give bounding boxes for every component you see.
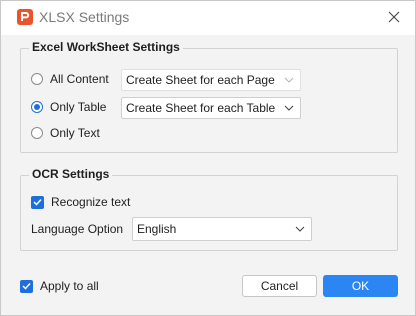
dropdown-value: Create Sheet for each Table <box>126 101 276 115</box>
language-dropdown[interactable]: English <box>132 217 312 241</box>
chevron-down-icon <box>284 77 294 83</box>
radio-circle <box>31 101 43 113</box>
recognize-text-label: Recognize text <box>51 195 131 209</box>
title-bar: XLSX Settings <box>1 1 415 35</box>
ok-button[interactable]: OK <box>323 275 398 297</box>
ocr-group-title: OCR Settings <box>29 167 113 181</box>
checkbox-box <box>20 279 33 293</box>
xlsx-settings-dialog: XLSX Settings Excel WorkSheet Settings A… <box>0 0 416 316</box>
pdf-app-icon <box>17 9 33 25</box>
chevron-down-icon <box>284 105 294 111</box>
checkmark-icon <box>22 282 31 290</box>
apply-to-all-checkbox[interactable]: Apply to all <box>20 279 99 293</box>
only-table-sheet-dropdown[interactable]: Create Sheet for each Table <box>121 97 301 119</box>
all-content-sheet-dropdown[interactable]: Create Sheet for each Page <box>121 69 301 91</box>
checkbox-box <box>31 195 44 209</box>
language-option-label: Language Option <box>31 222 124 236</box>
all-content-label: All Content <box>50 72 109 86</box>
radio-circle <box>31 73 43 85</box>
cancel-button[interactable]: Cancel <box>242 275 317 297</box>
only-table-label: Only Table <box>50 100 107 114</box>
chevron-down-icon <box>295 226 305 232</box>
only-text-label: Only Text <box>50 126 100 140</box>
ocr-settings-group: OCR Settings Recognize text Language Opt… <box>20 167 398 251</box>
checkmark-icon <box>33 198 42 206</box>
all-content-radio[interactable]: All Content <box>31 72 109 86</box>
only-table-radio[interactable]: Only Table <box>31 100 106 114</box>
dropdown-value: Create Sheet for each Page <box>126 73 275 87</box>
close-button[interactable] <box>381 5 407 29</box>
excel-group-title: Excel WorkSheet Settings <box>29 40 183 54</box>
dropdown-value: English <box>137 222 177 236</box>
close-icon <box>388 11 400 23</box>
excel-worksheet-settings-group: Excel WorkSheet Settings All Content Cre… <box>20 40 398 153</box>
only-text-radio[interactable]: Only Text <box>31 126 100 140</box>
apply-to-all-label: Apply to all <box>40 279 99 293</box>
recognize-text-checkbox[interactable]: Recognize text <box>31 195 130 209</box>
radio-circle <box>31 127 43 139</box>
window-title: XLSX Settings <box>39 9 130 25</box>
